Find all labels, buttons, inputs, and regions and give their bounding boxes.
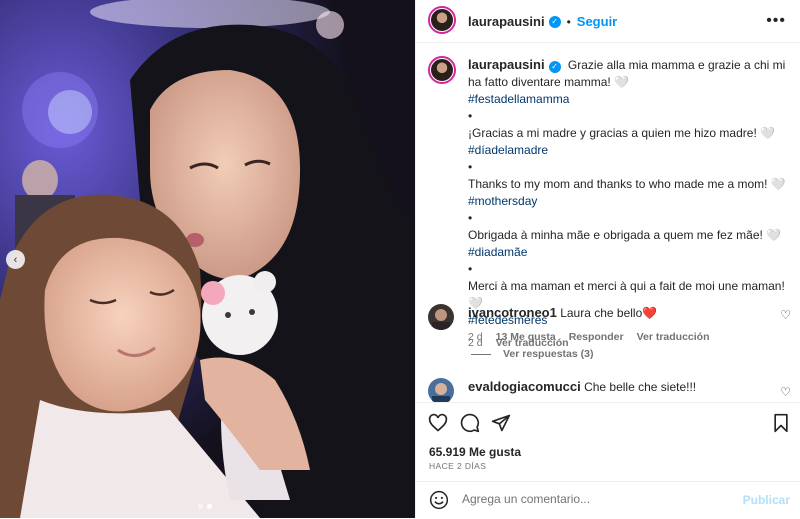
commenter-avatar[interactable] [428,304,454,330]
caption-line: • [468,262,473,276]
save-bookmark-icon[interactable] [772,413,790,438]
caption-line: • [468,211,473,225]
post-date[interactable]: HACE 2 DÍAS [429,461,486,471]
post-header: laurapausini ✓ • Seguir ••• [416,0,800,43]
like-heart-icon[interactable] [428,413,448,438]
carousel-dot-active [207,504,212,509]
comment-input[interactable] [460,491,734,507]
carousel-indicator [198,504,212,509]
comment-bubble-icon[interactable] [460,413,480,438]
caption-hashtag[interactable]: #diadamãe [468,244,788,261]
photo-image [0,0,415,518]
view-replies-link[interactable]: Ver respuestas (3) [471,348,593,360]
carousel-previous-button[interactable]: ‹ [6,250,25,269]
caption-line: Obrigada à minha mãe e obrigada a quem m… [468,228,782,242]
caption-line: Thanks to my mom and thanks to who made … [468,177,786,191]
emoji-icon[interactable] [429,490,449,515]
caption-hashtag[interactable]: #festadellamamma [468,91,788,108]
caption-author-avatar[interactable] [428,56,456,84]
comment-translate-link[interactable]: Ver traducción [637,329,710,346]
commenter-username[interactable]: ivancotroneo1 [468,305,557,320]
author-username[interactable]: laurapausini [468,14,545,29]
post-actions [416,402,800,443]
more-options-icon[interactable]: ••• [766,12,786,30]
caption-hashtag[interactable]: #mothersday [468,193,788,210]
likes-count[interactable]: 65.919 Me gusta [429,445,521,459]
caption-line: • [468,109,473,123]
author-avatar[interactable] [428,6,456,34]
comment-likes[interactable]: 13 Me gusta [496,329,556,346]
carousel-dot [198,504,203,509]
comments-section[interactable]: laurapausini ✓ Grazie alla mia mamma e gr… [416,42,800,402]
verified-badge-icon: ✓ [548,15,561,28]
comment-time[interactable]: 2 d [468,329,483,346]
comment-text: Laura che bello❤️ [560,306,658,320]
comment-like-heart-icon[interactable]: ♡ [780,385,791,399]
replies-line [471,353,491,355]
commenter-username[interactable]: evaldogiacomucci [468,379,581,394]
follow-button[interactable]: Seguir [577,14,617,29]
post-panel: laurapausini ✓ • Seguir ••• laurapausini… [415,0,800,518]
commenter-avatar[interactable] [428,378,454,402]
comment-text: Che belle che siete!!! [584,380,697,394]
caption-username[interactable]: laurapausini [468,57,545,72]
caption-line: ¡Gracias a mi madre y gracias a quien me… [468,126,776,140]
comment-item: evaldogiacomucci Che belle che siete!!! [428,378,696,402]
view-replies-label[interactable]: Ver respuestas (3) [503,348,593,360]
comment-item: ivancotroneo1 Laura che bello❤️ 2 d 13 M… [428,304,710,346]
share-send-icon[interactable] [491,413,511,438]
post-photo[interactable]: ‹ [0,0,415,518]
caption-hashtag[interactable]: #díadelamadre [468,142,788,159]
verified-badge-icon: ✓ [548,60,561,73]
caption-line: • [468,160,473,174]
add-comment-bar: Publicar [416,481,800,519]
publish-button[interactable]: Publicar [743,493,790,507]
comment-reply-link[interactable]: Responder [569,329,624,346]
comment-like-heart-icon[interactable]: ♡ [780,308,791,322]
